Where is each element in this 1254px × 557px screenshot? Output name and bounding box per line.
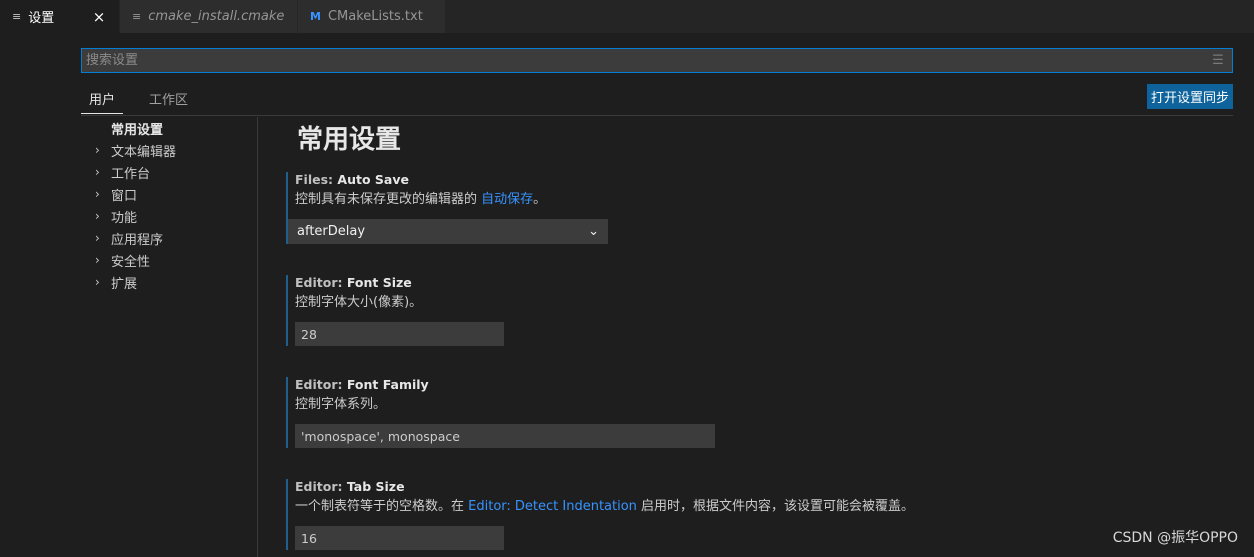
chevron-right-icon: ›	[95, 187, 100, 201]
chevron-right-icon: ›	[95, 209, 100, 223]
desc-text: 启用时，根据文件内容，该设置可能会被覆盖。	[636, 499, 915, 514]
setting-description: 控制字体大小(像素)。	[295, 295, 423, 310]
setting-category: Editor:	[295, 377, 347, 392]
settings-scope-tabs: 用户 工作区	[81, 86, 214, 114]
tab-cmake-install[interactable]: ≡ cmake_install.cmake	[120, 0, 298, 33]
tab-label: cmake_install.cmake	[148, 9, 285, 24]
chevron-right-icon: ›	[95, 253, 100, 267]
toc-item-features[interactable]: › 功能	[81, 205, 257, 227]
cmake-file-icon: M	[310, 10, 321, 23]
setting-editor-tab-size: Editor: Tab Size 一个制表符等于的空格数。在 Editor: D…	[286, 479, 1186, 550]
font-size-input[interactable]	[295, 322, 504, 346]
chevron-down-icon: ⌄	[588, 224, 599, 239]
filter-list-icon[interactable]: ☰	[1204, 53, 1232, 68]
setting-name: Font Size	[346, 275, 412, 290]
toc-item-common[interactable]: 常用设置	[81, 117, 257, 139]
toc-item-label: 扩展	[111, 276, 138, 292]
setting-name: Tab Size	[346, 479, 405, 494]
setting-files-auto-save: Files: Auto Save 控制具有未保存更改的编辑器的 自动保存。 af…	[286, 172, 1186, 244]
chevron-right-icon: ›	[95, 231, 100, 245]
setting-description: 控制字体系列。	[295, 397, 387, 412]
settings-search-box: ☰	[81, 48, 1233, 73]
toc-item-label: 安全性	[111, 254, 151, 270]
setting-editor-font-family: Editor: Font Family 控制字体系列。	[286, 377, 1186, 448]
toc-item-text-editor[interactable]: › 文本编辑器	[81, 139, 257, 161]
section-title: 常用设置	[297, 125, 402, 155]
toc-item-window[interactable]: › 窗口	[81, 183, 257, 205]
tab-user[interactable]: 用户	[81, 89, 124, 114]
setting-editor-font-size: Editor: Font Size 控制字体大小(像素)。	[286, 275, 1186, 346]
setting-description: 一个制表符等于的空格数。在 Editor: Detect Indentation…	[295, 499, 1186, 515]
tab-cmakelists[interactable]: M CMakeLists.txt	[298, 0, 446, 33]
toc-item-label: 文本编辑器	[111, 144, 177, 160]
desc-text: 控制具有未保存更改的编辑器的	[295, 192, 482, 207]
setting-category: Editor:	[295, 479, 347, 494]
toc-item-label: 窗口	[111, 188, 138, 204]
setting-title: Editor: Tab Size	[295, 479, 1186, 495]
settings-search-input[interactable]	[82, 49, 1204, 72]
setting-category: Editor:	[295, 275, 347, 290]
toc-item-extensions[interactable]: › 扩展	[81, 271, 257, 293]
setting-name: Auto Save	[337, 172, 409, 187]
tab-size-input[interactable]	[295, 526, 504, 550]
open-settings-sync-button[interactable]: 打开设置同步	[1147, 84, 1233, 109]
toc-item-label: 应用程序	[111, 232, 164, 248]
font-family-input[interactable]	[295, 424, 715, 448]
setting-name: Font Family	[346, 377, 429, 392]
editor-tab-bar: ≡ 设置 × ≡ cmake_install.cmake M CMakeList…	[0, 0, 1254, 33]
select-value: afterDelay	[297, 224, 366, 239]
auto-save-link[interactable]: 自动保存	[481, 192, 533, 207]
watermark: CSDN @振华OPPO	[1112, 530, 1238, 546]
toc-item-workbench[interactable]: › 工作台	[81, 161, 257, 183]
chevron-right-icon: ›	[95, 165, 100, 179]
setting-category: Files:	[295, 172, 338, 187]
chevron-right-icon: ›	[95, 275, 100, 289]
list-icon: ≡	[12, 10, 22, 23]
desc-text: 一个制表符等于的空格数。在	[295, 499, 469, 514]
close-icon[interactable]: ×	[91, 8, 107, 26]
setting-title: Editor: Font Size	[295, 275, 1186, 291]
setting-description: 控制具有未保存更改的编辑器的 自动保存。	[295, 192, 1186, 208]
file-lines-icon: ≡	[132, 10, 142, 23]
toc-item-label: 工作台	[111, 166, 151, 182]
toc-item-application[interactable]: › 应用程序	[81, 227, 257, 249]
chevron-right-icon: ›	[95, 143, 100, 157]
toc-item-security[interactable]: › 安全性	[81, 249, 257, 271]
detect-indentation-link[interactable]: Editor: Detect Indentation	[468, 499, 637, 514]
divider	[81, 115, 1233, 116]
desc-text: 。	[533, 192, 547, 207]
settings-list: 常用设置 Files: Auto Save 控制具有未保存更改的编辑器的 自动保…	[258, 117, 1254, 557]
auto-save-select[interactable]: afterDelay ⌄	[288, 219, 608, 244]
tab-label: CMakeLists.txt	[327, 9, 423, 24]
setting-title: Editor: Font Family	[295, 377, 1186, 393]
tab-label: 设置	[28, 11, 55, 26]
setting-title: Files: Auto Save	[295, 172, 1186, 188]
tab-workspace[interactable]: 工作区	[141, 89, 196, 114]
toc-item-label: 功能	[111, 210, 138, 226]
settings-toc: 常用设置 › 文本编辑器 › 工作台 › 窗口 › 功能 › 应用程序 › 安全…	[81, 117, 257, 557]
tab-settings[interactable]: ≡ 设置 ×	[0, 0, 120, 33]
